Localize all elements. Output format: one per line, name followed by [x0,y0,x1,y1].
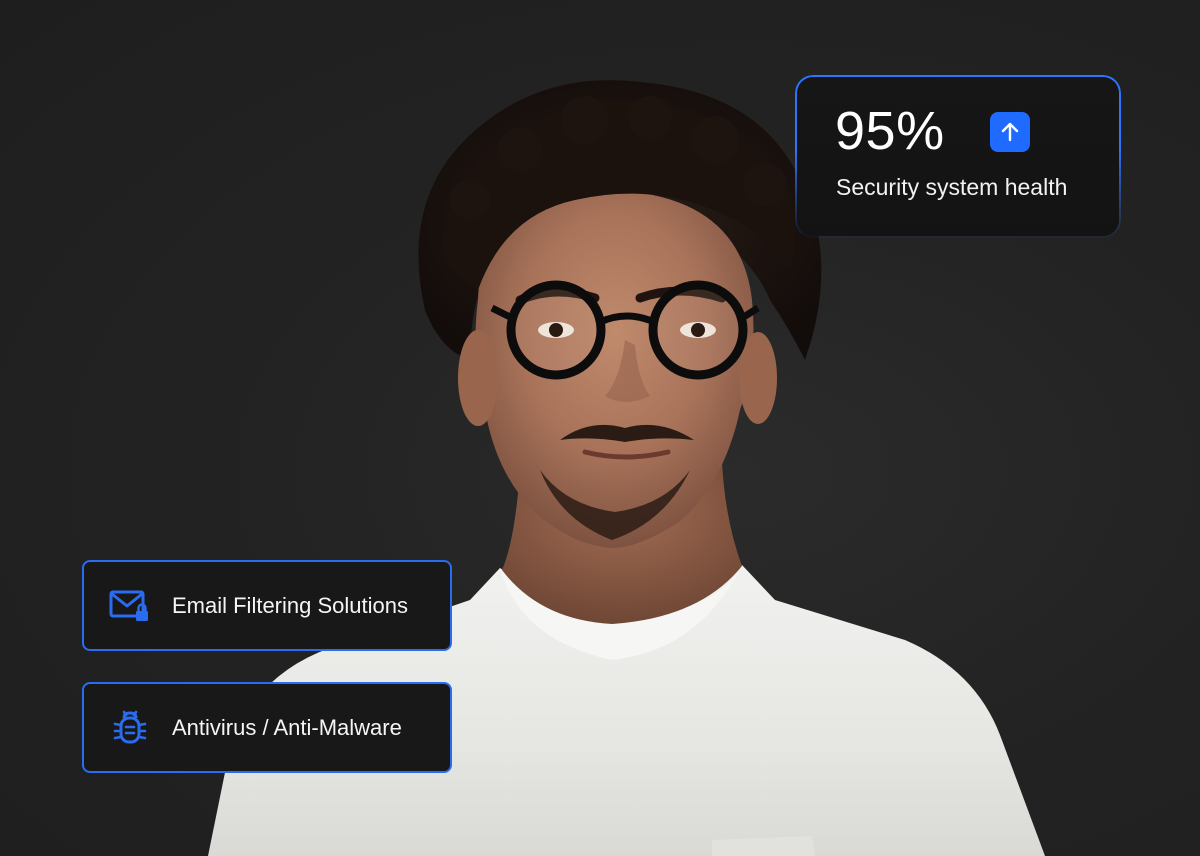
feature-card-email-filtering: Email Filtering Solutions [82,560,452,651]
security-health-card: 95% Security system health [795,75,1121,238]
hero-scene: 95% Security system health Email Filteri… [0,0,1200,856]
bug-icon [109,707,151,749]
health-percentage: 95% [835,101,945,161]
feature-label: Email Filtering Solutions [172,592,408,618]
feature-label: Antivirus / Anti-Malware [172,714,402,740]
email-lock-icon [109,585,151,627]
feature-card-antivirus: Antivirus / Anti-Malware [82,682,452,773]
arrow-up-icon [990,112,1030,152]
health-label: Security system health [836,174,1068,200]
